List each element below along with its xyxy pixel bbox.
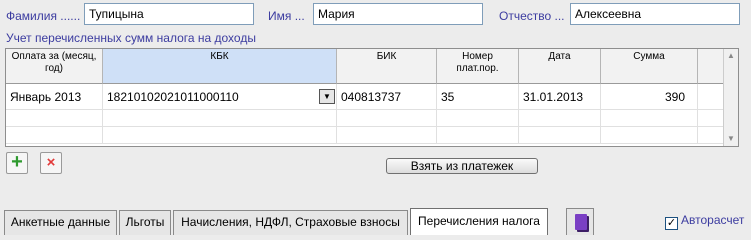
table-row[interactable]: Январь 2013 18210102021011000110 ▼ 04081… — [6, 84, 725, 110]
column-header-order-number[interactable]: Номер плат.пор. — [437, 49, 519, 84]
cell-amount[interactable]: 390 — [601, 84, 698, 109]
name-field[interactable]: Мария — [313, 3, 483, 25]
tab-tax-transfers[interactable]: Перечисления налога — [410, 208, 548, 235]
cell-date[interactable]: 31.01.2013 — [519, 84, 601, 109]
name-label: Имя ... — [268, 9, 305, 23]
patronymic-label: Отчество ... — [499, 9, 565, 23]
scroll-up-icon[interactable]: ▲ — [724, 49, 738, 63]
plus-icon: + — [11, 151, 23, 173]
surname-label: Фамилия ...... — [6, 9, 81, 23]
tab-personal-data[interactable]: Анкетные данные — [4, 210, 117, 235]
tab-accruals[interactable]: Начисления, НДФЛ, Страховые взносы — [173, 210, 408, 235]
table-row-empty[interactable] — [6, 110, 725, 127]
table-row-empty[interactable] — [6, 127, 725, 144]
column-header-amount[interactable]: Сумма — [601, 49, 698, 84]
add-row-button[interactable]: + — [6, 152, 28, 174]
scroll-down-icon[interactable]: ▼ — [724, 132, 738, 146]
section-title: Учет перечисленных сумм налога на доходы — [6, 31, 256, 45]
column-header-bik[interactable]: БИК — [337, 49, 437, 84]
column-header-month[interactable]: Оплата за (месяц, год) — [6, 49, 103, 84]
cell-bik[interactable]: 040813737 — [337, 84, 437, 109]
column-header-empty — [698, 49, 725, 84]
column-header-kbk[interactable]: КБК — [103, 49, 337, 84]
close-icon: × — [46, 154, 56, 171]
autocalc-toggle[interactable]: ✓ Авторасчет — [665, 213, 744, 230]
autocalc-checkbox[interactable]: ✓ — [665, 217, 678, 230]
cell-kbk[interactable]: 18210102021011000110 ▼ — [103, 84, 337, 109]
book-icon — [575, 214, 587, 230]
patronymic-field[interactable]: Алексеевна — [570, 3, 740, 25]
column-header-date[interactable]: Дата — [519, 49, 601, 84]
take-from-payments-button[interactable]: Взять из платежек — [386, 158, 538, 174]
autocalc-label: Авторасчет — [681, 213, 745, 227]
tab-benefits[interactable]: Льготы — [119, 210, 171, 235]
tab-book[interactable] — [566, 208, 594, 235]
delete-row-button[interactable]: × — [40, 152, 62, 174]
cell-order-number[interactable]: 35 — [437, 84, 519, 109]
vertical-scrollbar[interactable]: ▲ ▼ — [723, 49, 738, 146]
payments-grid[interactable]: Оплата за (месяц, год) КБК БИК Номер пла… — [5, 48, 739, 147]
kbk-dropdown-button[interactable]: ▼ — [319, 89, 335, 104]
tab-bar: Анкетные данные Льготы Начисления, НДФЛ,… — [0, 205, 751, 240]
cell-month[interactable]: Январь 2013 — [6, 84, 103, 109]
surname-field[interactable]: Тупицына — [84, 3, 254, 25]
